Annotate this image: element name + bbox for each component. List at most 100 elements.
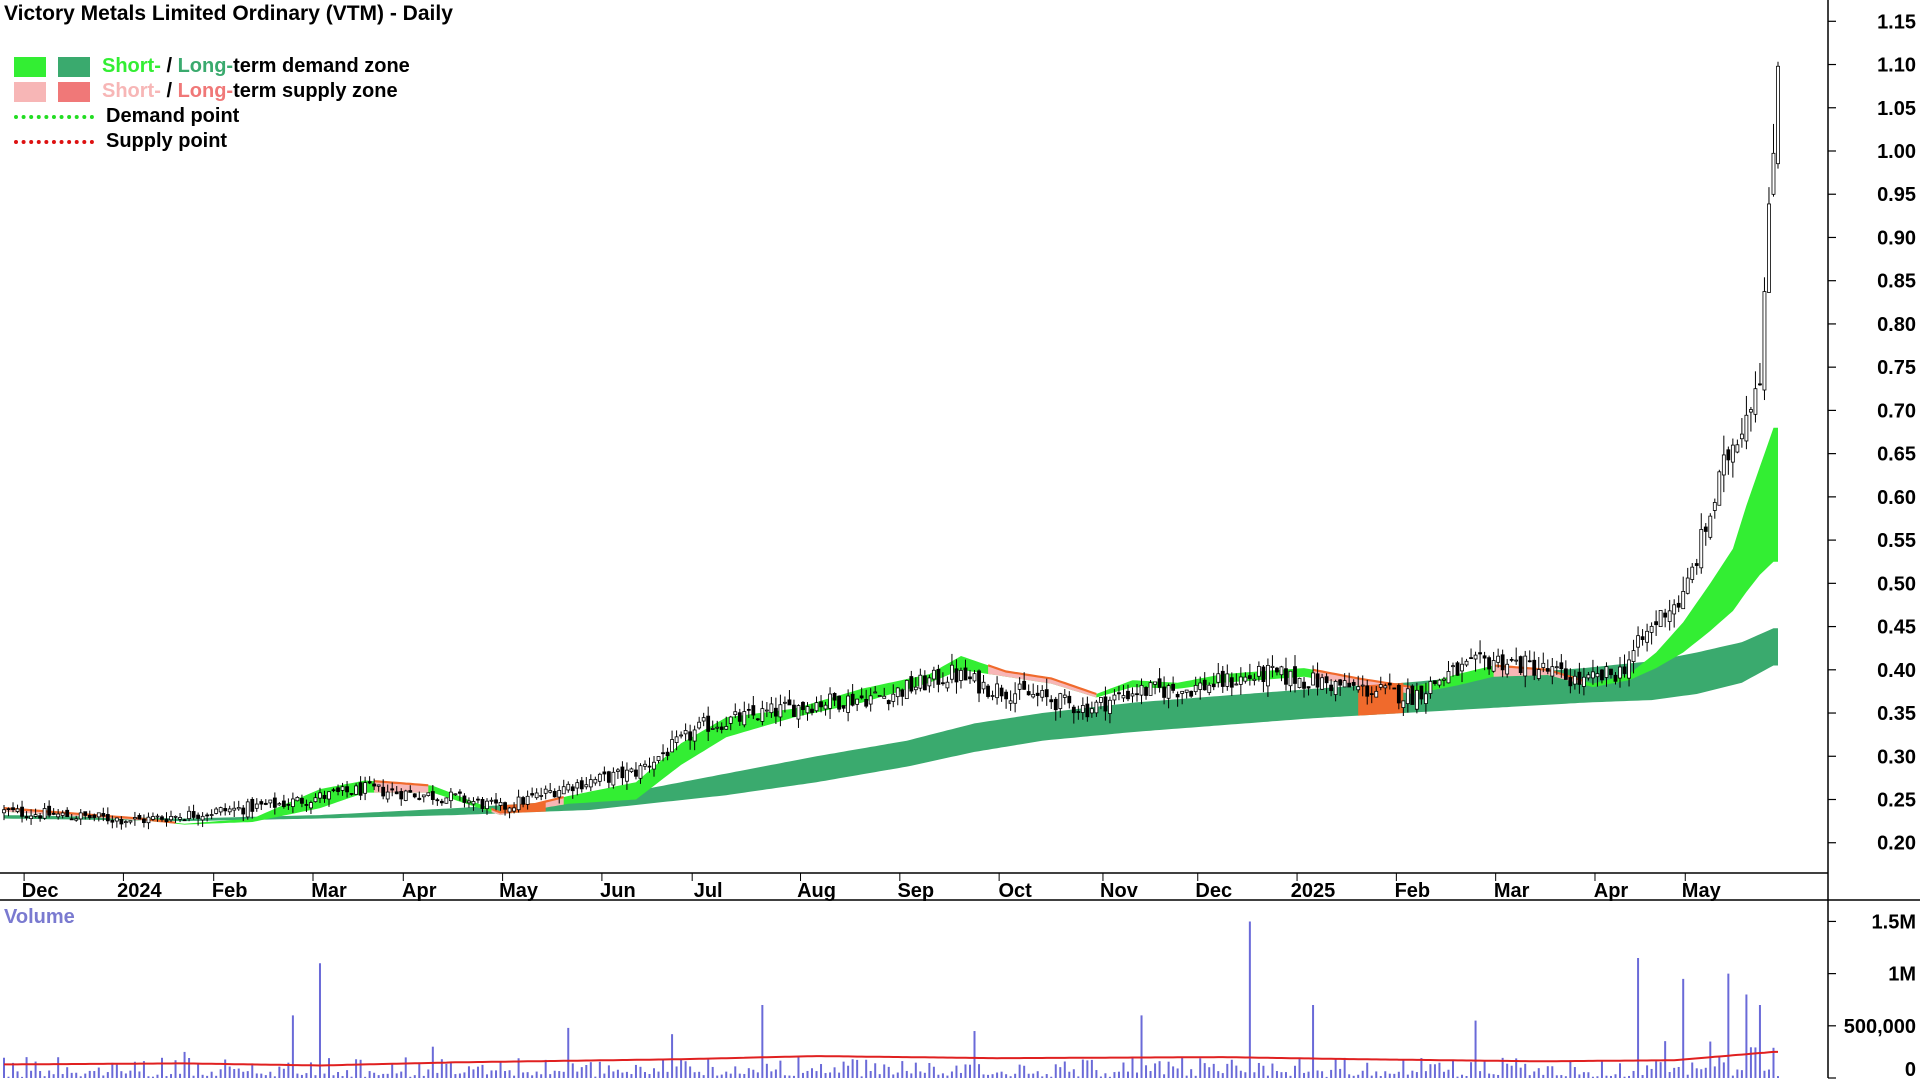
candle-body xyxy=(963,667,968,681)
candle-body xyxy=(205,814,210,817)
candle-body xyxy=(751,705,756,716)
candle-body xyxy=(1112,694,1117,701)
candle-body xyxy=(606,771,611,783)
candle-body xyxy=(1604,666,1609,678)
candle-body xyxy=(1342,680,1347,688)
price-tick-label: 0.60 xyxy=(1877,487,1916,509)
candle-body xyxy=(160,816,164,820)
candle-body xyxy=(1451,665,1455,668)
candle-body xyxy=(65,809,70,818)
candle-body xyxy=(101,813,106,817)
x-tick-label: Jul xyxy=(694,880,723,902)
candle-body xyxy=(399,791,404,800)
candle-body xyxy=(1360,684,1365,687)
candle-body xyxy=(1031,693,1036,698)
candle-body xyxy=(1559,662,1564,670)
price-tick-label: 0.35 xyxy=(1877,703,1916,725)
candle-body xyxy=(1026,691,1031,696)
candle-body xyxy=(1275,667,1279,673)
candle-body xyxy=(1184,689,1189,693)
candle-body xyxy=(593,778,598,784)
candle-body xyxy=(1121,695,1126,699)
price-tick-label: 0.85 xyxy=(1877,271,1916,293)
candle-body xyxy=(1189,690,1194,697)
candle-body xyxy=(1613,674,1618,682)
candle-body xyxy=(494,799,498,804)
candle-body xyxy=(1220,670,1225,687)
price-tick-label: 0.95 xyxy=(1877,184,1916,206)
candle-body xyxy=(931,669,936,680)
candle-body xyxy=(426,792,431,796)
x-tick-label: 2024 xyxy=(117,880,162,902)
candle-body xyxy=(1401,700,1406,708)
candle-body xyxy=(683,730,688,735)
candle-body xyxy=(584,784,589,788)
candle-body xyxy=(1410,685,1415,705)
candle-body xyxy=(123,821,128,824)
candle-body xyxy=(178,817,182,820)
candle-body xyxy=(787,699,792,706)
candle-body xyxy=(1500,654,1505,671)
candle-body xyxy=(24,816,29,819)
candle-body xyxy=(1649,625,1654,633)
price-tick-label: 0.40 xyxy=(1877,660,1916,682)
candle-body xyxy=(1279,666,1284,676)
candle-body xyxy=(773,707,778,717)
candle-body xyxy=(403,790,408,801)
candle-body xyxy=(638,765,643,779)
candle-body xyxy=(728,716,733,724)
candle-body xyxy=(530,793,535,796)
candle-body xyxy=(1672,604,1677,615)
candle-body xyxy=(200,815,205,821)
candle-body xyxy=(1148,682,1153,696)
candle-body xyxy=(1437,679,1442,686)
candle-body xyxy=(241,807,246,815)
candle-body xyxy=(1428,681,1433,694)
x-tick-label: Oct xyxy=(998,880,1032,902)
candle-body xyxy=(227,808,232,813)
candle-body xyxy=(1238,676,1243,685)
candle-body xyxy=(1681,591,1686,610)
candle-body xyxy=(913,686,918,691)
candle-body xyxy=(1297,677,1302,689)
candle-body xyxy=(1433,680,1437,684)
candle-body xyxy=(1658,609,1663,628)
candle-body xyxy=(1699,529,1704,569)
candle-body xyxy=(661,752,665,755)
candle-body xyxy=(1640,636,1645,640)
candle-body xyxy=(706,715,711,732)
candle-body xyxy=(290,798,295,807)
candle-body xyxy=(995,683,999,699)
candle-body xyxy=(792,704,796,717)
candle-body xyxy=(367,781,372,784)
candle-body xyxy=(557,790,562,798)
x-tick-label: Dec xyxy=(22,880,59,902)
candle-body xyxy=(78,812,83,820)
candle-body xyxy=(155,815,160,818)
candle-body xyxy=(1487,657,1492,670)
candle-body xyxy=(1080,705,1085,713)
candle-body xyxy=(164,818,169,823)
x-tick-label: Sep xyxy=(897,880,934,902)
candle-body xyxy=(1536,669,1541,679)
candle-body xyxy=(525,795,530,805)
candle-body xyxy=(340,786,345,791)
volume-tick-label: 0 xyxy=(1905,1059,1916,1080)
candle-body xyxy=(891,693,896,702)
candle-body xyxy=(1130,693,1135,697)
x-tick-label: Apr xyxy=(1594,880,1629,902)
candle-body xyxy=(336,787,340,792)
candle-body xyxy=(322,794,327,799)
candle-body xyxy=(981,681,986,690)
candle-body xyxy=(814,702,819,712)
candle-body xyxy=(1577,671,1582,685)
candle-body xyxy=(354,785,358,795)
candle-body xyxy=(498,801,503,806)
candle-body xyxy=(990,695,995,697)
price-tick-label: 0.65 xyxy=(1877,444,1916,466)
candle-body xyxy=(1545,668,1550,672)
volume-tick-label: 1M xyxy=(1888,964,1916,986)
candle-body xyxy=(1717,471,1722,506)
candle-body xyxy=(954,668,959,683)
candle-body xyxy=(855,698,860,705)
